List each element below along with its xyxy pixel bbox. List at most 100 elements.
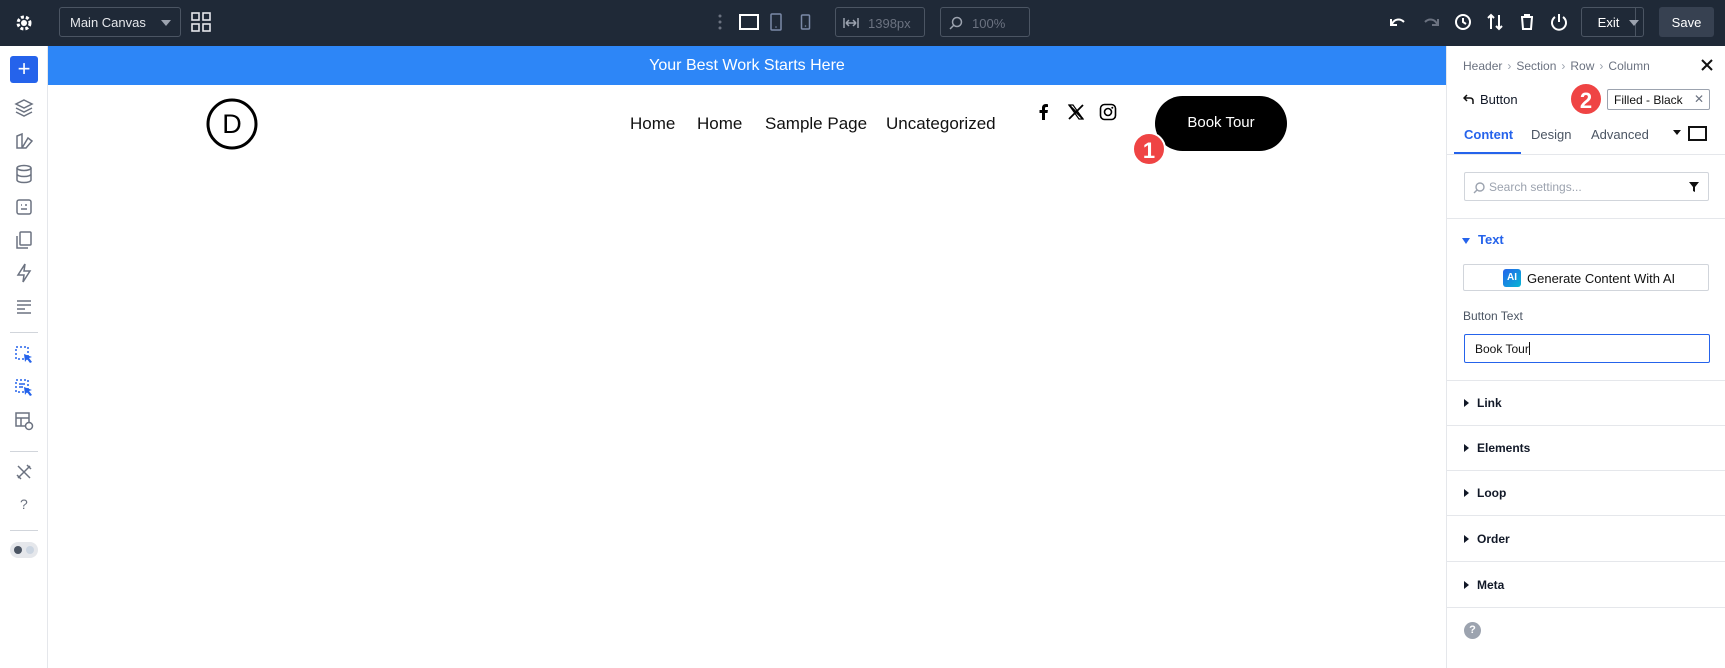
lightning-icon[interactable] (13, 262, 35, 284)
button-text-label: Button Text (1463, 309, 1523, 323)
nav-link-sample-page[interactable]: Sample Page (765, 114, 867, 134)
database-icon[interactable] (13, 163, 35, 185)
chevron-right-icon: › (1507, 59, 1512, 73)
filter-funnel-icon[interactable] (1688, 181, 1700, 193)
section-divider (1447, 561, 1725, 562)
facebook-icon[interactable] (1035, 103, 1053, 121)
section-toggle-text[interactable]: Text (1462, 232, 1504, 247)
toggle-dot-icon (14, 546, 22, 554)
nav-link-home-2[interactable]: Home (697, 114, 742, 134)
grid-layout-icon[interactable] (191, 12, 211, 32)
caret-down-icon (1462, 237, 1470, 244)
generate-ai-content-button[interactable]: AI Generate Content With AI (1463, 264, 1709, 291)
layers-icon[interactable] (13, 97, 35, 119)
top-banner[interactable]: Your Best Work Starts Here (48, 46, 1446, 85)
canvas-select-value: Main Canvas (70, 15, 146, 30)
tab-design[interactable]: Design (1531, 127, 1571, 142)
help-icon[interactable]: ? (1464, 622, 1481, 639)
instagram-icon[interactable] (1099, 103, 1117, 121)
section-divider (1447, 425, 1725, 426)
canvas-select[interactable]: Main Canvas (59, 7, 181, 37)
exit-dropdown-chevron-icon[interactable] (1626, 7, 1644, 37)
ai-button-label: Generate Content With AI (1527, 271, 1676, 286)
section-divider (1447, 218, 1725, 219)
breadcrumb-item[interactable]: Section (1516, 59, 1556, 73)
power-icon[interactable] (1549, 12, 1569, 32)
page-settings-icon[interactable] (13, 196, 35, 218)
undo-icon[interactable] (1388, 12, 1408, 32)
chevron-right-icon: › (1561, 59, 1566, 73)
divi-logo-icon[interactable]: D (206, 98, 258, 150)
section-toggle-link[interactable]: Link (1464, 396, 1502, 410)
zoom-search-icon (949, 16, 963, 30)
trash-icon[interactable] (1517, 12, 1537, 32)
list-icon[interactable] (13, 295, 35, 317)
settings-search-input[interactable]: Search settings... (1464, 172, 1709, 201)
sidebar-divider (10, 332, 38, 333)
caret-right-icon (1464, 399, 1469, 407)
desktop-view-icon[interactable] (738, 12, 760, 32)
svg-text:?: ? (20, 496, 28, 512)
remove-preset-icon[interactable]: ✕ (1694, 92, 1704, 106)
section-toggle-elements[interactable]: Elements (1464, 441, 1530, 455)
more-vertical-icon[interactable] (717, 12, 723, 32)
section-title-elements: Elements (1477, 441, 1531, 455)
mode-toggle[interactable] (10, 542, 38, 558)
caret-right-icon (1464, 489, 1469, 497)
theme-customizer-icon[interactable] (13, 130, 35, 152)
section-title-order: Order (1477, 532, 1510, 546)
settings-gear-icon[interactable] (12, 11, 36, 35)
section-toggle-meta[interactable]: Meta (1464, 578, 1504, 592)
pages-icon[interactable] (13, 229, 35, 251)
select-pointer-icon[interactable] (13, 344, 35, 366)
toggle-dot-icon (26, 546, 34, 554)
save-button[interactable]: Save (1659, 7, 1714, 37)
nav-link-uncategorized[interactable]: Uncategorized (886, 114, 996, 134)
button-text-input[interactable]: Book Tour (1464, 334, 1710, 363)
tablet-view-icon[interactable] (769, 12, 783, 32)
tab-advanced[interactable]: Advanced (1591, 127, 1649, 142)
breadcrumb-item[interactable]: Row (1570, 59, 1594, 73)
section-title-meta: Meta (1477, 578, 1505, 592)
redo-icon[interactable] (1421, 12, 1441, 32)
ai-badge-icon: AI (1503, 269, 1521, 287)
nav-link-home[interactable]: Home (630, 114, 675, 134)
tabs-divider (1447, 154, 1725, 155)
section-toggle-order[interactable]: Order (1464, 532, 1510, 546)
expand-panel-icon[interactable] (1688, 126, 1707, 141)
step-marker-1: 1 (1132, 132, 1166, 166)
element-title: Button (1480, 92, 1518, 107)
sidebar-divider (10, 530, 38, 531)
caret-right-icon (1464, 581, 1469, 589)
canvas-width-field[interactable]: 1398px (835, 7, 925, 37)
chevron-right-icon: › (1599, 59, 1604, 73)
help-question-icon[interactable]: ? (13, 493, 35, 515)
preset-label: Filled - Black (1614, 93, 1683, 107)
phone-view-icon[interactable] (800, 13, 811, 31)
section-divider (1447, 607, 1725, 608)
add-module-button[interactable]: + (10, 56, 38, 83)
preview-icon[interactable] (13, 410, 35, 432)
back-arrow-icon[interactable] (1463, 93, 1475, 105)
history-icon[interactable] (1453, 12, 1473, 32)
button-text-value: Book Tour (1475, 342, 1529, 356)
tabs-dropdown-chevron-icon[interactable] (1673, 130, 1681, 135)
breadcrumb-item[interactable]: Column (1608, 59, 1649, 73)
sidebar-divider (10, 451, 38, 452)
sort-arrows-icon[interactable] (1485, 12, 1505, 32)
breadcrumb-item[interactable]: Header (1463, 59, 1502, 73)
section-divider (1447, 470, 1725, 471)
section-toggle-loop[interactable]: Loop (1464, 486, 1506, 500)
preset-badge[interactable]: Filled - Black ✕ (1607, 89, 1710, 110)
tab-content[interactable]: Content (1464, 127, 1513, 142)
book-tour-button[interactable]: Book Tour (1155, 96, 1287, 151)
section-title-link: Link (1477, 396, 1502, 410)
settings-panel: Header › Section › Row › Column Button 2 Fille… (1446, 46, 1725, 668)
x-twitter-icon[interactable] (1067, 103, 1085, 121)
zoom-value: 100% (972, 16, 1006, 31)
zoom-field[interactable]: 100% (940, 7, 1030, 37)
multi-select-icon[interactable] (13, 377, 35, 399)
close-icon[interactable] (1700, 58, 1714, 72)
tools-icon[interactable] (13, 461, 35, 483)
search-placeholder: Search settings... (1489, 180, 1582, 194)
